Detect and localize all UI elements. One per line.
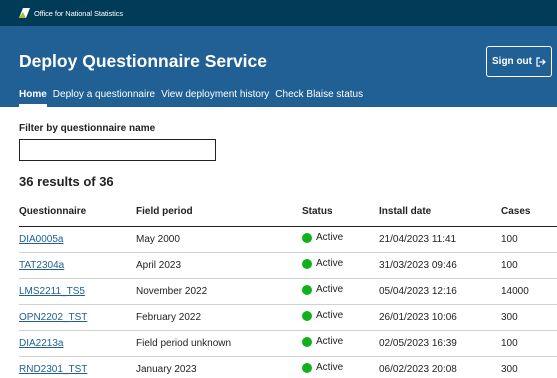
questionnaire-link[interactable]: LMS2211_TS5 xyxy=(19,286,85,297)
nav-item-home[interactable]: Home xyxy=(19,85,47,107)
questionnaire-link[interactable]: RND2301_TST xyxy=(19,364,87,375)
page-title: Deploy Questionnaire Service xyxy=(19,51,268,71)
status-badge: Active xyxy=(302,362,343,373)
column-header-cases: Cases xyxy=(501,197,557,227)
sign-out-button[interactable]: Sign out xyxy=(486,46,552,77)
questionnaire-cell: RND2301_TST xyxy=(19,356,136,378)
install-date-cell: 31/03/2023 09:46 xyxy=(379,252,501,279)
table-row: OPN2202_TST February 2022 Active 26/01/2… xyxy=(19,304,557,331)
questionnaire-link[interactable]: TAT2304a xyxy=(19,260,64,271)
column-header-status: Status xyxy=(302,197,379,227)
questionnaire-cell: TAT2304a xyxy=(19,252,136,279)
status-active-icon xyxy=(302,362,312,373)
nav-item-blaise-status[interactable]: Check Blaise status xyxy=(275,85,363,107)
filter-label: Filter by questionnaire name xyxy=(19,123,156,134)
install-date-cell: 05/04/2023 12:16 xyxy=(379,278,501,305)
questionnaire-cell: DIA0005a xyxy=(19,226,136,253)
field-period-cell: November 2022 xyxy=(136,278,302,305)
cases-cell: 14000 xyxy=(501,278,557,305)
status-badge: Active xyxy=(302,232,343,243)
field-period-cell: April 2023 xyxy=(136,252,302,279)
cases-cell: 100 xyxy=(501,252,557,279)
status-cell: Active xyxy=(302,252,379,279)
status-label: Active xyxy=(316,232,344,244)
status-label: Active xyxy=(316,258,344,270)
status-cell: Active xyxy=(302,226,379,253)
org-brand[interactable]: Office for National Statistics xyxy=(19,7,123,19)
questionnaire-cell: OPN2202_TST xyxy=(19,304,136,331)
results-count: 36 results of 36 xyxy=(19,174,114,189)
status-active-icon xyxy=(302,258,312,269)
top-bar: Office for National Statistics xyxy=(0,0,557,26)
status-active-icon xyxy=(302,284,312,295)
nav-item-deployment-history[interactable]: View deployment history xyxy=(161,85,269,107)
filter-input[interactable] xyxy=(19,139,216,161)
status-cell: Active xyxy=(302,304,379,331)
table-row: DIA0005a May 2000 Active 21/04/2023 11:4… xyxy=(19,226,557,253)
column-header-field-period: Field period xyxy=(136,197,302,227)
org-name: Office for National Statistics xyxy=(34,8,123,18)
status-badge: Active xyxy=(302,336,343,347)
status-cell: Active xyxy=(302,330,379,357)
questionnaire-cell: LMS2211_TS5 xyxy=(19,278,136,305)
status-cell: Active xyxy=(302,278,379,305)
status-label: Active xyxy=(316,310,344,322)
status-badge: Active xyxy=(302,258,343,269)
questionnaire-link[interactable]: DIA2213a xyxy=(19,338,63,349)
questionnaire-cell: DIA2213a xyxy=(19,330,136,357)
install-date-cell: 21/04/2023 11:41 xyxy=(379,226,501,253)
install-date-cell: 26/01/2023 10:06 xyxy=(379,304,501,331)
table-row: DIA2213a Field period unknown Active 02/… xyxy=(19,330,557,357)
status-label: Active xyxy=(316,362,344,374)
sign-out-label: Sign out xyxy=(492,56,532,67)
questionnaire-link[interactable]: OPN2202_TST xyxy=(19,312,87,323)
sign-out-icon xyxy=(536,56,546,67)
nav-item-deploy-questionnaire[interactable]: Deploy a questionnaire xyxy=(53,85,155,107)
cases-cell: 300 xyxy=(501,304,557,331)
field-period-cell: May 2000 xyxy=(136,226,302,253)
status-label: Active xyxy=(316,336,344,348)
ons-logo-icon xyxy=(19,8,30,18)
cases-cell: 100 xyxy=(501,330,557,357)
table-row: RND2301_TST January 2023 Active 06/02/20… xyxy=(19,356,557,378)
status-badge: Active xyxy=(302,284,343,295)
cases-cell: 300 xyxy=(501,356,557,378)
status-cell: Active xyxy=(302,356,379,378)
table-row: TAT2304a April 2023 Active 31/03/2023 09… xyxy=(19,252,557,279)
column-header-questionnaire: Questionnaire xyxy=(19,197,136,227)
status-active-icon xyxy=(302,310,312,321)
questionnaire-link[interactable]: DIA0005a xyxy=(19,234,63,245)
status-active-icon xyxy=(302,336,312,347)
main-nav: Home Deploy a questionnaire View deploym… xyxy=(0,85,557,107)
install-date-cell: 06/02/2023 20:08 xyxy=(379,356,501,378)
status-active-icon xyxy=(302,232,312,243)
table-header-row: Questionnaire Field period Status Instal… xyxy=(19,197,557,227)
cases-cell: 100 xyxy=(501,226,557,253)
status-badge: Active xyxy=(302,310,343,321)
field-period-cell: January 2023 xyxy=(136,356,302,378)
column-header-install-date: Install date xyxy=(379,197,501,227)
status-label: Active xyxy=(316,284,344,296)
field-period-cell: February 2022 xyxy=(136,304,302,331)
field-period-cell: Field period unknown xyxy=(136,330,302,357)
questionnaire-table: Questionnaire Field period Status Instal… xyxy=(19,197,557,378)
install-date-cell: 02/05/2023 16:39 xyxy=(379,330,501,357)
table-row: LMS2211_TS5 November 2022 Active 05/04/2… xyxy=(19,278,557,305)
